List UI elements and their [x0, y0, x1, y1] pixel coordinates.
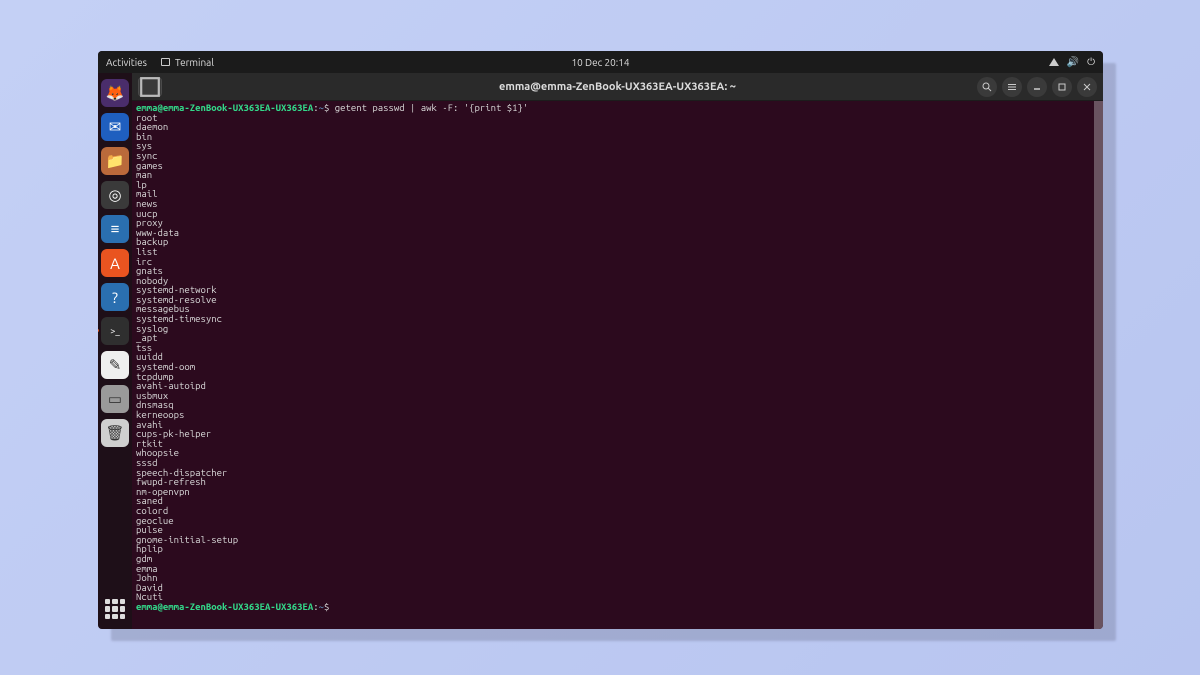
active-app-label: Terminal	[175, 57, 214, 68]
output-line: messagebus	[136, 304, 1099, 314]
output-line: sync	[136, 151, 1099, 161]
output-line: games	[136, 161, 1099, 171]
prompt-host: emma@emma-ZenBook-UX363EA-UX363EA	[136, 102, 313, 113]
trash-icon[interactable]: 🗑	[101, 419, 129, 447]
show-applications-button[interactable]	[101, 595, 129, 623]
output-line: whoopsie	[136, 448, 1099, 458]
output-line: tcpdump	[136, 372, 1099, 382]
output-line: avahi-autoipd	[136, 381, 1099, 391]
output-line: nobody	[136, 276, 1099, 286]
dock: 🦊 ✉ 📁 ◎ ≡ A? >_ ✎ ▭ 🗑	[98, 73, 132, 629]
output-line: usbmux	[136, 391, 1099, 401]
terminal-icon[interactable]: >_	[101, 317, 129, 345]
system-tray[interactable]: 🔊 ⏻	[1049, 56, 1095, 68]
output-line: uucp	[136, 209, 1099, 219]
output-line: systemd-oom	[136, 362, 1099, 372]
command-line: emma@emma-ZenBook-UX363EA-UX363EA:~$ get…	[136, 103, 1099, 113]
output-line: dnsmasq	[136, 400, 1099, 410]
output-line: David	[136, 583, 1099, 593]
help-icon[interactable]: ?	[101, 283, 129, 311]
terminal-app-icon	[161, 58, 170, 66]
output-line: backup	[136, 237, 1099, 247]
output-line: emma	[136, 564, 1099, 574]
output-line: systemd-network	[136, 285, 1099, 295]
active-app-indicator[interactable]: Terminal	[161, 57, 214, 68]
search-button[interactable]	[977, 77, 997, 97]
output-line: speech-dispatcher	[136, 468, 1099, 478]
output-line: fwupd-refresh	[136, 477, 1099, 487]
output-line: news	[136, 199, 1099, 209]
output-line: pulse	[136, 525, 1099, 535]
output-line: rtkit	[136, 439, 1099, 449]
output-line: sys	[136, 141, 1099, 151]
thunderbird-icon[interactable]: ✉	[101, 113, 129, 141]
prompt-host: emma@emma-ZenBook-UX363EA-UX363EA	[136, 601, 313, 612]
output-line: geoclue	[136, 516, 1099, 526]
output-line: avahi	[136, 420, 1099, 430]
output-line: colord	[136, 506, 1099, 516]
software-center-icon[interactable]: A	[101, 249, 129, 277]
output-line: mail	[136, 189, 1099, 199]
output-line: list	[136, 247, 1099, 257]
files-icon[interactable]: 📁	[101, 147, 129, 175]
output-line: John	[136, 573, 1099, 583]
output-line: proxy	[136, 218, 1099, 228]
text-editor-icon[interactable]: ✎	[101, 351, 129, 379]
maximize-button[interactable]	[1052, 77, 1072, 97]
output-line: lp	[136, 180, 1099, 190]
output-line: nm-openvpn	[136, 487, 1099, 497]
command-text: getent passwd | awk -F: '{print $1}'	[335, 102, 528, 113]
libreoffice-writer-icon[interactable]: ≡	[101, 215, 129, 243]
new-tab-button[interactable]	[138, 77, 162, 97]
output-line: hplip	[136, 544, 1099, 554]
output-line: bin	[136, 132, 1099, 142]
output-line: www-data	[136, 228, 1099, 238]
window-titlebar: emma@emma-ZenBook-UX363EA-UX363EA: ~	[132, 73, 1103, 101]
output-line: cups-pk-helper	[136, 429, 1099, 439]
minimize-button[interactable]	[1027, 77, 1047, 97]
output-line: kerneoops	[136, 410, 1099, 420]
output-line: systemd-timesync	[136, 314, 1099, 324]
output-line: systemd-resolve	[136, 295, 1099, 305]
power-icon: ⏻	[1087, 56, 1095, 68]
scrollbar[interactable]	[1094, 101, 1103, 629]
output-line: _apt	[136, 333, 1099, 343]
network-icon	[1049, 58, 1059, 66]
desktop-screenshot: Activities Terminal 10 Dec 20:14 🔊 ⏻ 🦊 ✉ 📁…	[98, 51, 1103, 629]
volume-icon: 🔊	[1067, 56, 1079, 68]
output-line: gnats	[136, 266, 1099, 276]
output-line: saned	[136, 496, 1099, 506]
output-line: man	[136, 170, 1099, 180]
window-title: emma@emma-ZenBook-UX363EA-UX363EA: ~	[499, 81, 736, 93]
prompt-line: emma@emma-ZenBook-UX363EA-UX363EA:~$	[136, 602, 1099, 612]
activities-button[interactable]: Activities	[106, 57, 147, 68]
output-line: daemon	[136, 122, 1099, 132]
ssd-icon[interactable]: ▭	[101, 385, 129, 413]
menu-button[interactable]	[1002, 77, 1022, 97]
terminal-body[interactable]: emma@emma-ZenBook-UX363EA-UX363EA:~$ get…	[132, 101, 1103, 629]
output-line: gnome-initial-setup	[136, 535, 1099, 545]
rhythmbox-icon[interactable]: ◎	[101, 181, 129, 209]
firefox-icon[interactable]: 🦊	[101, 79, 129, 107]
output-line: irc	[136, 257, 1099, 267]
gnome-top-bar: Activities Terminal 10 Dec 20:14 🔊 ⏻	[98, 51, 1103, 73]
output-line: root	[136, 113, 1099, 123]
close-button[interactable]	[1077, 77, 1097, 97]
output-line: tss	[136, 343, 1099, 353]
prompt-path: ~	[319, 601, 324, 612]
output-line: syslog	[136, 324, 1099, 334]
prompt-path: ~	[319, 102, 324, 113]
clock[interactable]: 10 Dec 20:14	[571, 57, 629, 68]
output-line: sssd	[136, 458, 1099, 468]
output-line: gdm	[136, 554, 1099, 564]
output-line: uuidd	[136, 352, 1099, 362]
